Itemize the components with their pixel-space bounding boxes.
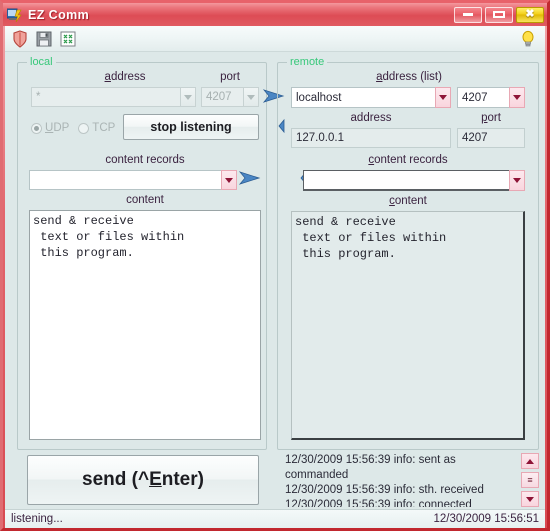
send-button[interactable]: send (^Enter) <box>27 455 259 505</box>
remote-port-list-dropdown-button[interactable] <box>509 87 525 108</box>
remote-address-list-label: address (list) <box>376 71 442 83</box>
local-protocol-radios: UDP TCP <box>31 122 115 134</box>
remote-content-label: content <box>389 195 427 207</box>
remote-content-records-dropdown-button[interactable] <box>509 170 525 191</box>
local-address-value[interactable]: * <box>31 87 180 107</box>
app-icon <box>6 7 23 23</box>
remote-address-list-dropdown-button[interactable] <box>435 87 451 108</box>
chevron-down-icon <box>513 178 521 183</box>
app-window: EZ Comm ✖ local address * port 4207 UDP … <box>0 0 550 531</box>
arrow-right-local-to-remote-2 <box>239 170 261 186</box>
remote-address-label: address <box>350 112 392 124</box>
chevron-down-icon <box>225 177 233 183</box>
grip-icon: ≡ <box>527 474 533 485</box>
log-line: 12/30/2009 15:56:39 info: connected <box>285 499 472 507</box>
remote-port-field[interactable]: 4207 <box>457 128 525 148</box>
local-content-records-combo[interactable] <box>29 170 237 190</box>
minimize-icon <box>463 13 473 16</box>
close-icon: ✖ <box>525 8 535 20</box>
radio-udp-label: UDP <box>45 122 70 134</box>
local-group-legend: local <box>27 56 56 68</box>
remote-port-list-value[interactable]: 4207 <box>457 87 509 108</box>
minimize-button[interactable] <box>454 6 482 23</box>
local-content-label: content <box>126 194 164 206</box>
chevron-up-icon <box>526 458 534 464</box>
remote-content-textarea[interactable]: send & receive text or files within this… <box>291 211 525 440</box>
remote-address-field[interactable]: 127.0.0.1 <box>291 128 451 148</box>
local-port-combo[interactable]: 4207 <box>201 87 259 107</box>
scroll-up-button[interactable] <box>521 453 539 469</box>
lightbulb-icon[interactable] <box>518 29 538 49</box>
chevron-down-icon <box>526 496 534 502</box>
remote-address-list-combo[interactable]: localhost <box>291 87 451 108</box>
local-address-dropdown-button[interactable] <box>180 87 196 107</box>
title-bar[interactable]: EZ Comm ✖ <box>3 3 547 26</box>
chevron-down-icon <box>247 94 255 100</box>
maximize-icon <box>493 11 505 18</box>
local-port-label: port <box>220 71 240 83</box>
client-area: local address * port 4207 UDP TCP stop l… <box>5 52 545 509</box>
status-bar: listening... 12/30/2009 15:56:51 <box>5 509 545 528</box>
remote-content-records-label: content records <box>368 154 448 166</box>
remote-port-label: port <box>481 112 501 124</box>
status-datetime: 12/30/2009 15:56:51 <box>433 513 539 525</box>
status-message: listening... <box>11 513 63 525</box>
local-address-label: address <box>104 71 146 83</box>
log-panel[interactable]: 12/30/2009 15:56:39 info: sent as comman… <box>285 453 539 507</box>
radio-tcp-dot <box>78 122 90 134</box>
window-title: EZ Comm <box>28 7 90 22</box>
remote-address-list-value[interactable]: localhost <box>291 87 435 108</box>
scroll-down-button[interactable] <box>521 491 539 507</box>
shield-icon[interactable] <box>10 29 30 49</box>
local-address-combo[interactable]: * <box>31 87 196 107</box>
chevron-down-icon <box>184 94 192 100</box>
save-icon[interactable] <box>34 29 54 49</box>
scrollbar-thumb[interactable]: ≡ <box>521 472 539 488</box>
toolbar <box>5 26 545 52</box>
script-icon[interactable] <box>58 29 78 49</box>
stop-listening-button[interactable]: stop listening <box>123 114 259 140</box>
window-controls: ✖ <box>454 6 544 23</box>
remote-group-legend: remote <box>287 56 328 68</box>
local-content-records-value[interactable] <box>29 170 221 190</box>
radio-tcp[interactable]: TCP <box>78 122 115 134</box>
log-line: 12/30/2009 15:56:39 info: sth. received <box>285 484 484 496</box>
radio-udp-dot <box>31 122 42 134</box>
remote-content-records-combo[interactable] <box>303 170 525 191</box>
chevron-down-icon <box>513 95 521 100</box>
chevron-down-icon <box>439 95 447 100</box>
remote-content-records-value[interactable] <box>303 170 509 191</box>
local-content-records-dropdown-button[interactable] <box>221 170 237 190</box>
local-content-records-label: content records <box>105 154 185 166</box>
maximize-button[interactable] <box>485 6 513 23</box>
local-port-dropdown-button[interactable] <box>243 87 259 107</box>
bottom-bar: send (^Enter) 12/30/2009 15:56:39 info: … <box>5 451 545 509</box>
local-port-value[interactable]: 4207 <box>201 87 243 107</box>
radio-tcp-label: TCP <box>92 122 116 134</box>
remote-port-list-combo[interactable]: 4207 <box>457 87 525 108</box>
log-scrollbar[interactable]: ≡ <box>521 453 539 507</box>
send-button-label: send (^Enter) <box>82 469 204 490</box>
radio-udp[interactable]: UDP <box>31 122 69 134</box>
log-line: 12/30/2009 15:56:39 info: sent as comman… <box>285 454 456 481</box>
local-content-textarea[interactable]: send & receive text or files within this… <box>29 210 261 440</box>
close-button[interactable]: ✖ <box>516 6 544 23</box>
